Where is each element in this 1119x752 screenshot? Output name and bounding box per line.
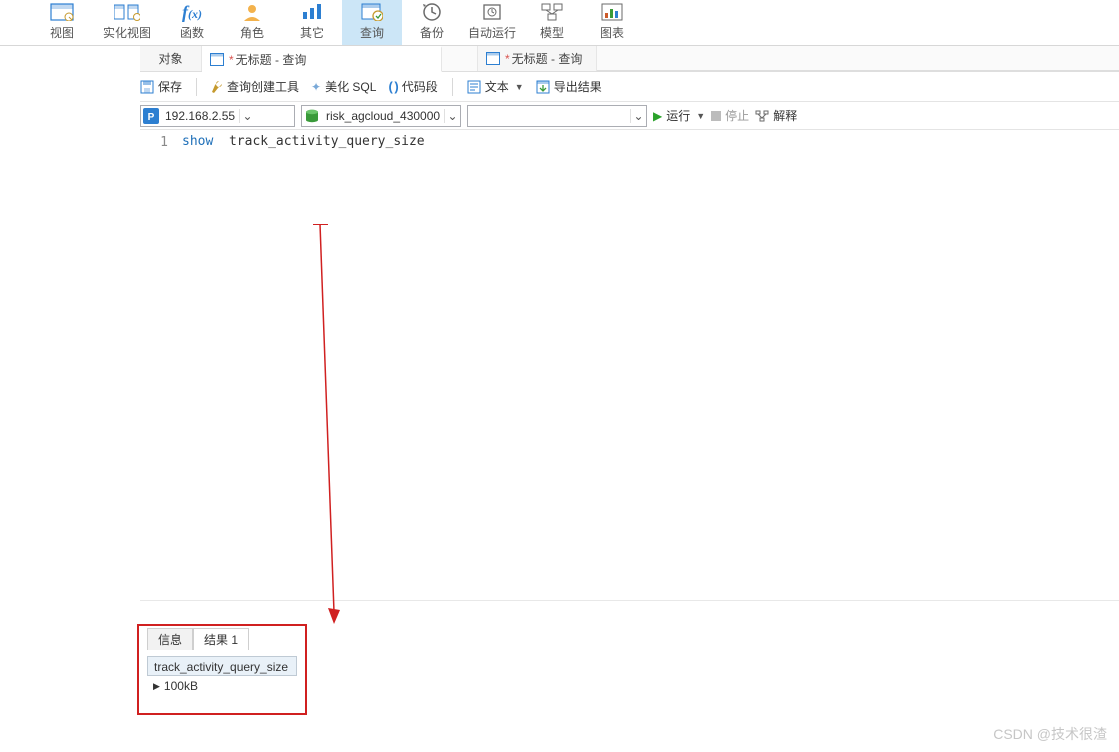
result-tab-1[interactable]: 结果 1 [193, 628, 249, 650]
run-button[interactable]: ▶ 运行 ▼ [653, 107, 705, 124]
result-row[interactable]: ▶ 100kB [147, 676, 297, 696]
other-icon [301, 2, 323, 22]
left-sidebar [0, 46, 140, 752]
database-combo[interactable]: risk_agcloud_430000 ⌄ [301, 105, 461, 127]
tab-objects[interactable]: 对象 [140, 46, 202, 71]
chevron-down-icon: ▼ [515, 82, 524, 92]
ribbon-autorun[interactable]: 自动运行 [462, 0, 522, 45]
ribbon-chart[interactable]: 图表 [582, 0, 642, 45]
beautify-sql-button[interactable]: ✦ 美化 SQL [311, 78, 376, 95]
export-icon [536, 80, 550, 94]
paren-icon: ( ) [388, 79, 397, 94]
explain-icon [755, 109, 769, 123]
schema-combo[interactable]: ⌄ [467, 105, 647, 127]
chevron-down-icon: ▼ [696, 111, 705, 121]
query-toolbar: 保存 查询创建工具 ✦ 美化 SQL ( ) 代码段 文本 ▼ 导出结果 [0, 72, 1119, 102]
sql-editor[interactable]: 1 show track_activity_query_size [140, 130, 1119, 710]
ribbon-matview[interactable]: 实化视图 [92, 0, 162, 45]
explain-button[interactable]: 解释 [755, 107, 797, 124]
connection-bar: P 192.168.2.55 ⌄ risk_agcloud_430000 ⌄ ⌄… [0, 102, 1119, 130]
stop-icon [711, 111, 721, 121]
chevron-down-icon[interactable]: ⌄ [630, 109, 646, 123]
unsaved-dot: * [505, 52, 510, 66]
connection-combo[interactable]: P 192.168.2.55 ⌄ [140, 105, 295, 127]
text-icon [467, 80, 481, 94]
editor-tabs: 对象 * 无标题 - 查询 * 无标题 - 查询 [0, 46, 1119, 72]
ribbon-model[interactable]: 模型 [522, 0, 582, 45]
save-button[interactable]: 保存 [140, 78, 182, 95]
play-icon: ▶ [653, 109, 662, 123]
chevron-down-icon[interactable]: ⌄ [444, 109, 460, 123]
role-icon [242, 2, 262, 22]
ribbon-other[interactable]: 其它 [282, 0, 342, 45]
snippet-button[interactable]: ( ) 代码段 [388, 78, 437, 95]
database-icon [302, 109, 322, 123]
wrench-icon [211, 80, 223, 94]
result-tabs: 信息 结果 1 [139, 626, 305, 650]
text-button[interactable]: 文本 ▼ [467, 78, 524, 95]
ribbon-query[interactable]: 查询 [342, 0, 402, 45]
ribbon-backup[interactable]: 备份 [402, 0, 462, 45]
row-indicator-icon: ▶ [153, 676, 160, 696]
tab-query-1[interactable]: * 无标题 - 查询 [202, 46, 442, 72]
chevron-down-icon[interactable]: ⌄ [239, 109, 255, 123]
svg-text:P: P [148, 112, 155, 123]
save-icon [140, 80, 154, 94]
result-panel: 信息 结果 1 track_activity_query_size ▶ 100k… [137, 624, 307, 715]
ribbon-role[interactable]: 角色 [222, 0, 282, 45]
sparkle-icon: ✦ [311, 80, 321, 94]
ribbon-toolbar: 视图 实化视图 f(x) 函数 角色 其它 [0, 0, 1119, 46]
table-view-icon [50, 2, 74, 22]
matview-icon [114, 2, 140, 22]
result-tab-info[interactable]: 信息 [147, 628, 193, 650]
stop-button: 停止 [711, 107, 749, 124]
chart-icon [601, 2, 623, 22]
query-builder-button[interactable]: 查询创建工具 [211, 78, 299, 95]
code-area[interactable]: show track_activity_query_size [182, 130, 1119, 710]
tab-query-2[interactable]: * 无标题 - 查询 [478, 46, 597, 71]
watermark: CSDN @技术很渣 [993, 724, 1107, 744]
backup-icon [422, 2, 442, 22]
model-icon [541, 2, 563, 22]
unsaved-dot: * [229, 53, 234, 67]
ribbon-view[interactable]: 视图 [32, 0, 92, 45]
export-button[interactable]: 导出结果 [536, 78, 602, 95]
line-gutter: 1 [140, 130, 178, 710]
query-tab-icon [210, 53, 224, 67]
query-icon [361, 2, 383, 22]
function-icon: f(x) [182, 2, 202, 22]
postgres-icon: P [141, 108, 161, 124]
autorun-icon [482, 2, 502, 22]
result-column-header[interactable]: track_activity_query_size [147, 656, 297, 676]
ribbon-function[interactable]: f(x) 函数 [162, 0, 222, 45]
query-tab-icon [486, 52, 500, 66]
